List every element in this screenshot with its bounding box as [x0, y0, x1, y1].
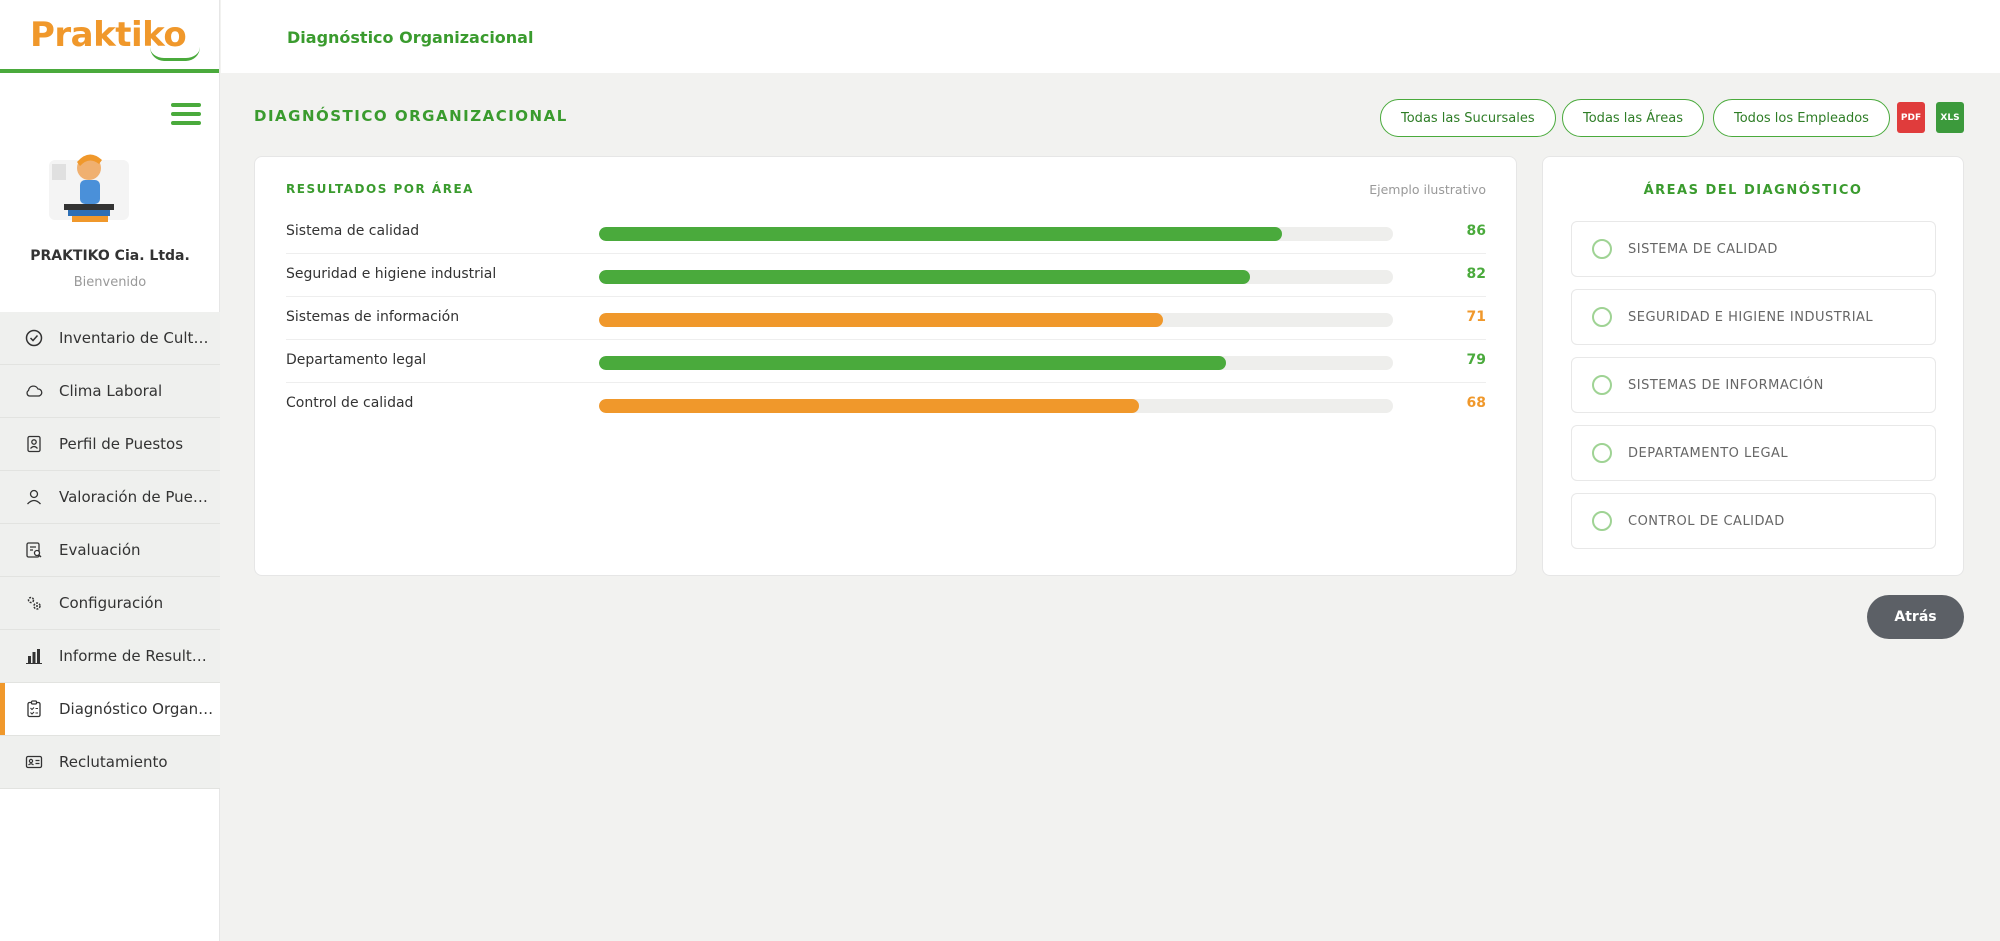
- result-bar-fill: [599, 399, 1139, 413]
- result-bar-fill: [599, 313, 1163, 327]
- logo-area: Praktiko: [0, 0, 219, 73]
- sidebar-nav: Inventario de Cultura Organizacional Cli…: [0, 312, 220, 789]
- logo[interactable]: Praktiko: [30, 15, 200, 61]
- clipboard-check-icon: [24, 699, 44, 719]
- welcome-text: Bienvenido: [73, 275, 147, 290]
- cloud-icon: [24, 381, 44, 401]
- result-bar-track: [599, 356, 1393, 370]
- sidebar-item-label: Diagnóstico Organizacional: [59, 700, 214, 718]
- result-value: 82: [1466, 266, 1486, 282]
- result-bar-track: [599, 227, 1393, 241]
- id-card-icon: [24, 752, 44, 772]
- results-note: Ejemplo ilustrativo: [1369, 182, 1486, 197]
- check-circle-icon: [24, 328, 44, 348]
- sidebar-item-label: Inventario de Cultura Organizacional: [59, 329, 214, 347]
- document-search-icon: [24, 540, 44, 560]
- sidebar-item-label: Valoración de Puestos: [59, 488, 214, 506]
- result-bar-track: [599, 399, 1393, 413]
- radio-button[interactable]: [1592, 511, 1612, 531]
- back-button[interactable]: Atrás: [1867, 595, 1964, 639]
- avatar: [44, 140, 134, 228]
- sidebar: Praktiko PRAKTIKO Cia. Ltda. Bienvenido …: [0, 0, 220, 941]
- sidebar-item-configuracion[interactable]: Configuración: [0, 577, 220, 630]
- sidebar-item-informe[interactable]: Informe de Resultados: [0, 630, 220, 683]
- result-bar-fill: [599, 270, 1251, 284]
- sidebar-item-diagnostico[interactable]: Diagnóstico Organizacional: [0, 683, 220, 736]
- result-value: 86: [1466, 223, 1486, 239]
- xls-export-button[interactable]: XLS: [1936, 102, 1964, 133]
- sidebar-item-inventario[interactable]: Inventario de Cultura Organizacional: [0, 312, 220, 365]
- results-card: RESULTADOS POR ÁREA Ejemplo ilustrativo …: [254, 156, 1517, 576]
- areas-heading: ÁREAS DEL DIAGNÓSTICO: [1643, 183, 1863, 198]
- topbar: Diagnóstico Organizacional: [221, 0, 2000, 73]
- hamburger-menu-icon[interactable]: [171, 103, 201, 127]
- sidebar-item-perfil[interactable]: Perfil de Puestos: [0, 418, 220, 471]
- radio-button[interactable]: [1592, 375, 1612, 395]
- sidebar-item-label: Clima Laboral: [59, 382, 163, 400]
- sidebar-item-label: Configuración: [59, 594, 164, 612]
- breadcrumb: Diagnóstico Organizacional: [287, 28, 534, 47]
- area-option[interactable]: SEGURIDAD E HIGIENE INDUSTRIAL: [1571, 289, 1936, 345]
- result-row: Control de calidad 68: [286, 383, 1486, 426]
- area-option[interactable]: DEPARTAMENTO LEGAL: [1571, 425, 1936, 481]
- area-label: SISTEMA DE CALIDAD: [1628, 241, 1778, 257]
- sidebar-item-valoracion[interactable]: Valoración de Puestos: [0, 471, 220, 524]
- radio-button[interactable]: [1592, 239, 1612, 259]
- area-option[interactable]: SISTEMA DE CALIDAD: [1571, 221, 1936, 277]
- results-heading: RESULTADOS POR ÁREA: [286, 182, 474, 196]
- result-value: 79: [1466, 352, 1486, 368]
- result-bar-track: [599, 313, 1393, 327]
- sidebar-item-evaluacion[interactable]: Evaluación: [0, 524, 220, 577]
- page-title: DIAGNÓSTICO ORGANIZACIONAL: [254, 107, 568, 125]
- user-icon: [24, 487, 44, 507]
- result-label: Sistema de calidad: [286, 223, 420, 239]
- company-name: PRAKTIKO Cia. Ltda.: [30, 248, 190, 264]
- radio-button[interactable]: [1592, 443, 1612, 463]
- area-label: CONTROL DE CALIDAD: [1628, 513, 1785, 529]
- gears-icon: [24, 593, 44, 613]
- logo-swoosh: [150, 47, 200, 61]
- result-value: 71: [1466, 309, 1486, 325]
- area-filter-button[interactable]: Todas las Áreas: [1562, 99, 1704, 137]
- result-row: Sistema de calidad 86: [286, 211, 1486, 254]
- area-option[interactable]: SISTEMAS DE INFORMACIÓN: [1571, 357, 1936, 413]
- branch-filter-button[interactable]: Todas las Sucursales: [1380, 99, 1556, 137]
- result-row: Departamento legal 79: [286, 340, 1486, 383]
- sidebar-item-label: Perfil de Puestos: [59, 435, 184, 453]
- sidebar-item-reclutamiento[interactable]: Reclutamiento: [0, 736, 220, 789]
- sidebar-item-label: Evaluación: [59, 541, 141, 559]
- areas-card: ÁREAS DEL DIAGNÓSTICO SISTEMA DE CALIDAD…: [1542, 156, 1964, 576]
- result-label: Control de calidad: [286, 395, 414, 411]
- id-badge-icon: [24, 434, 44, 454]
- pdf-export-button[interactable]: PDF: [1897, 102, 1925, 133]
- area-option[interactable]: CONTROL DE CALIDAD: [1571, 493, 1936, 549]
- result-bar-fill: [599, 227, 1282, 241]
- area-label: SEGURIDAD E HIGIENE INDUSTRIAL: [1628, 309, 1874, 325]
- result-value: 68: [1466, 395, 1486, 411]
- employee-filter-button[interactable]: Todos los Empleados: [1713, 99, 1890, 137]
- result-bar-track: [599, 270, 1393, 284]
- radio-button[interactable]: [1592, 307, 1612, 327]
- result-label: Sistemas de información: [286, 309, 460, 325]
- area-label: SISTEMAS DE INFORMACIÓN: [1628, 377, 1824, 393]
- result-row: Sistemas de información 71: [286, 297, 1486, 340]
- sidebar-item-clima[interactable]: Clima Laboral: [0, 365, 220, 418]
- area-label: DEPARTAMENTO LEGAL: [1628, 445, 1789, 461]
- result-row: Seguridad e higiene industrial 82: [286, 254, 1486, 297]
- result-bar-fill: [599, 356, 1227, 370]
- bar-chart-icon: [24, 646, 44, 666]
- result-label: Departamento legal: [286, 352, 427, 368]
- result-label: Seguridad e higiene industrial: [286, 266, 497, 282]
- sidebar-item-label: Reclutamiento: [59, 753, 168, 771]
- sidebar-item-label: Informe de Resultados: [59, 647, 214, 665]
